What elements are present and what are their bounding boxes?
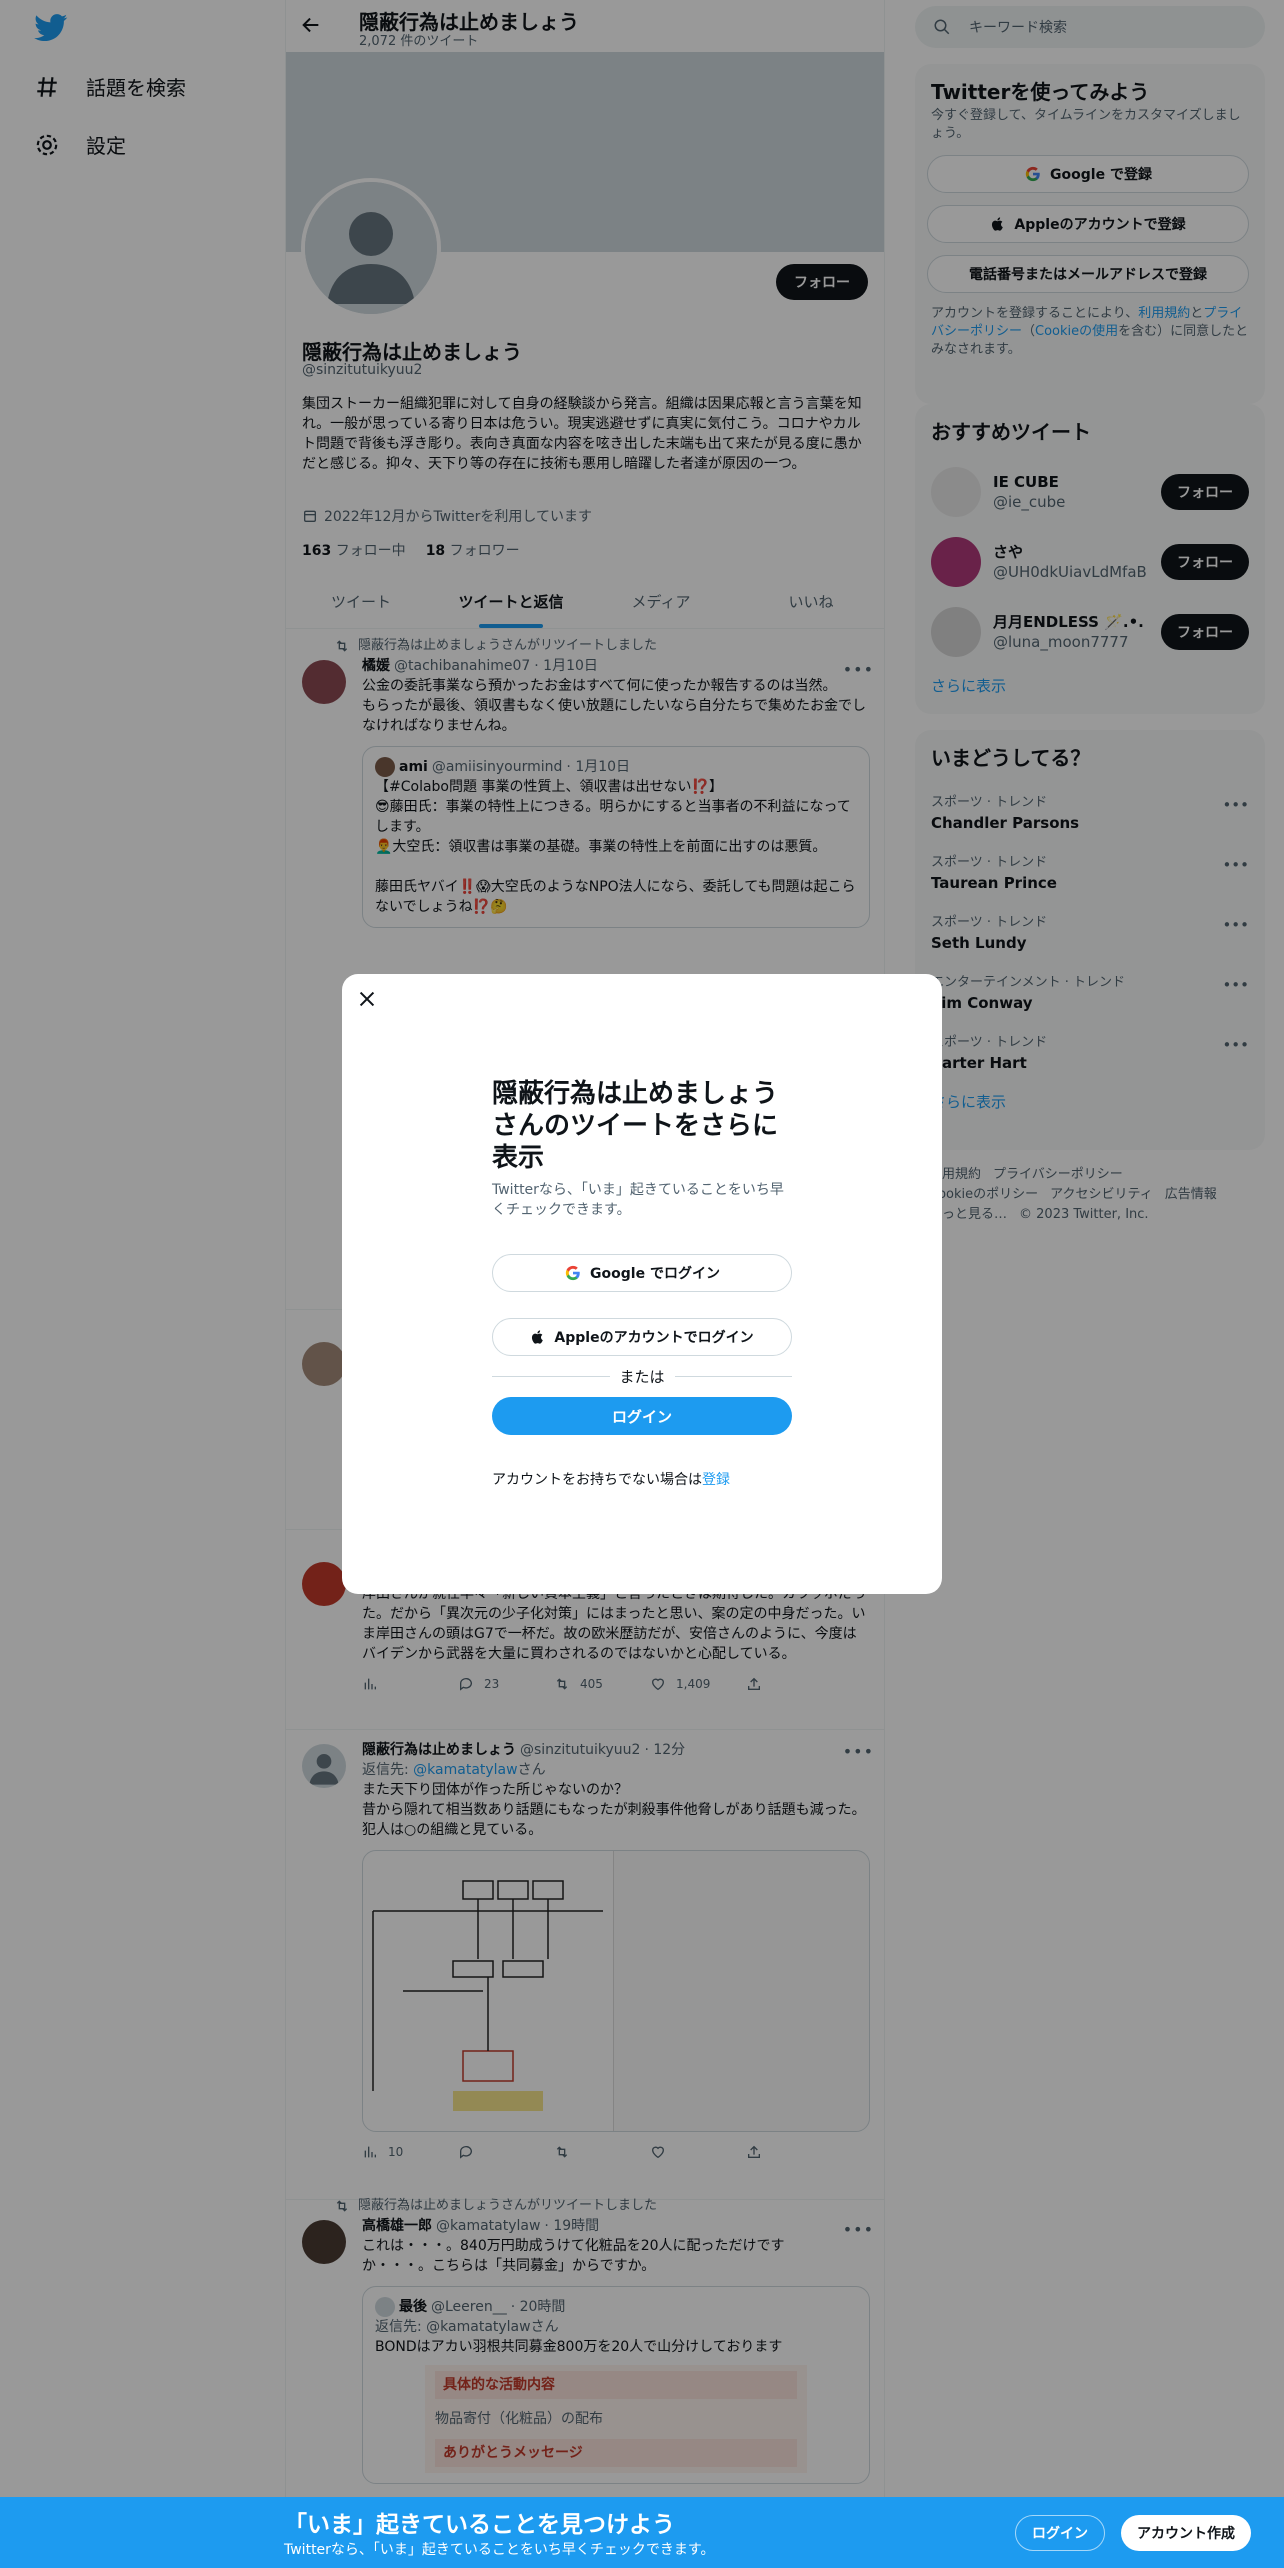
apple-icon (532, 1330, 544, 1344)
or-divider: または (492, 1366, 792, 1387)
modal-title: 隠蔽行為は止めましょうさんのツイートをさらに表示 (492, 1079, 779, 1173)
modal-subtitle: Twitterなら、「いま」起きていることをいち早くチェックできます。 (492, 1182, 784, 1218)
bottom-signup-bar: 「いま」起きていることを見つけよう Twitterなら、「いま」起きていることを… (0, 2497, 1284, 2568)
bottom-login-button[interactable]: ログイン (1015, 2515, 1105, 2551)
google-login-label: Google でログイン (590, 1266, 720, 1282)
modal-content: 隠蔽行為は止めましょうさんのツイートをさらに表示 Twitterなら、「いま」起… (492, 1078, 792, 1489)
login-modal: 隠蔽行為は止めましょうさんのツイートをさらに表示 Twitterなら、「いま」起… (342, 974, 942, 1594)
signup-link[interactable]: 登録 (702, 1472, 730, 1488)
signup-prefix: アカウントをお持ちでない場合は (492, 1472, 702, 1488)
apple-login-button[interactable]: Appleのアカウントでログイン (492, 1318, 792, 1356)
bottom-bar-subtitle: Twitterなら、「いま」起きていることをいち早くチェックできます。 (284, 2542, 715, 2558)
login-button[interactable]: ログイン (492, 1397, 792, 1435)
close-icon[interactable] (356, 988, 378, 1010)
apple-login-label: Appleのアカウントでログイン (554, 1330, 754, 1346)
signup-prompt: アカウントをお持ちでない場合は登録 (492, 1469, 792, 1489)
google-icon (565, 1265, 580, 1281)
bottom-signup-button[interactable]: アカウント作成 (1121, 2515, 1251, 2551)
or-label: または (619, 1368, 665, 1386)
google-login-button[interactable]: Google でログイン (492, 1254, 792, 1292)
bottom-bar-title: 「いま」起きていることを見つけよう (284, 2512, 675, 2538)
